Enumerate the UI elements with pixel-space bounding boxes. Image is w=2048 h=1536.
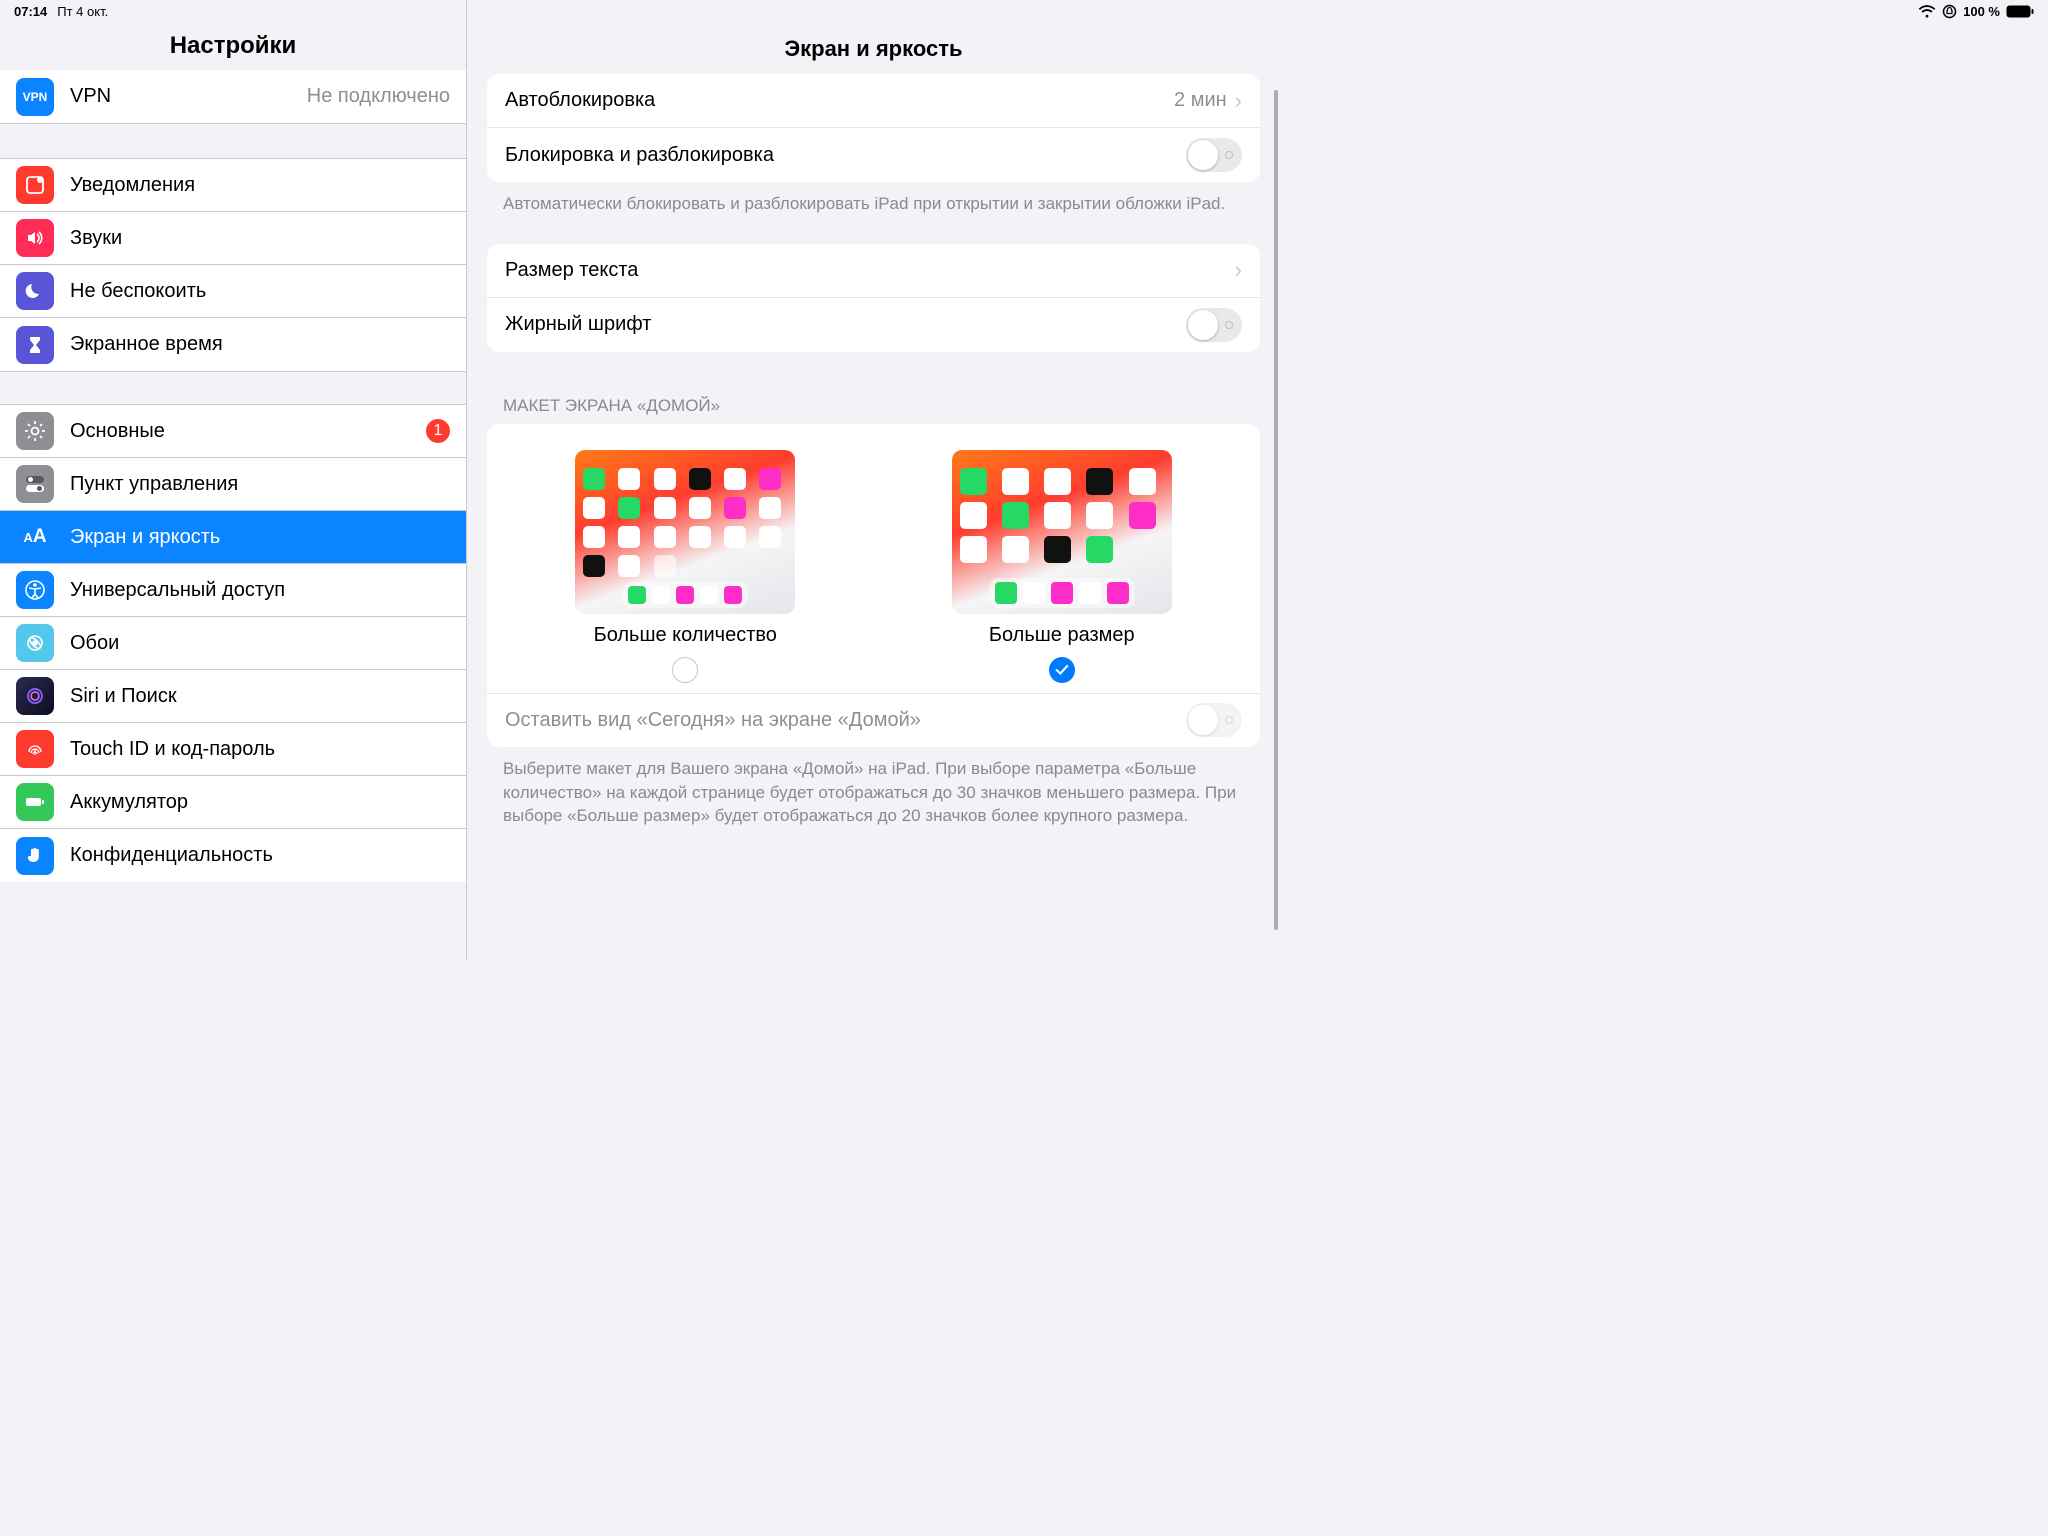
battery-percent: 100 % [1963, 4, 2000, 19]
switches-icon [16, 465, 54, 503]
orientation-lock-icon [1942, 4, 1957, 19]
notifications-icon [16, 166, 54, 204]
sidebar-item-sounds[interactable]: Звуки [0, 212, 466, 265]
lock-unlock-desc: Автоматически блокировать и разблокирова… [467, 182, 1280, 216]
row-keep-today[interactable]: Оставить вид «Сегодня» на экране «Домой» [487, 693, 1260, 747]
row-bold-text[interactable]: Жирный шрифт [487, 298, 1260, 352]
sidebar-item-vpn[interactable]: VPN VPN Не подключено [0, 70, 466, 123]
layout-option-more[interactable]: Больше количество [575, 450, 795, 683]
chevron-right-icon: › [1235, 257, 1242, 283]
sidebar-item-control-center[interactable]: Пункт управления [0, 458, 466, 511]
preview-more [575, 450, 795, 614]
sidebar-item-general[interactable]: Основные 1 [0, 405, 466, 458]
bold-switch[interactable] [1186, 308, 1242, 342]
fingerprint-icon [16, 730, 54, 768]
row-autolock[interactable]: Автоблокировка 2 мин › [487, 74, 1260, 128]
row-text-size[interactable]: Размер текста › [487, 244, 1260, 298]
sidebar-item-display[interactable]: AA Экран и яркость [0, 511, 466, 564]
text-size-icon: AA [16, 518, 54, 556]
layout-section-header: МАКЕТ ЭКРАНА «ДОМОЙ» [467, 396, 1280, 424]
sidebar-item-dnd[interactable]: Не беспокоить [0, 265, 466, 318]
wifi-icon [1918, 5, 1936, 18]
vpn-icon: VPN [16, 78, 54, 116]
gear-icon [16, 412, 54, 450]
wallpaper-icon [16, 624, 54, 662]
sidebar-item-battery[interactable]: Аккумулятор [0, 776, 466, 829]
accessibility-icon [16, 571, 54, 609]
scroll-indicator [1274, 90, 1278, 930]
layout-desc: Выберите макет для Вашего экрана «Домой»… [467, 747, 1280, 828]
sidebar-item-notifications[interactable]: Уведомления [0, 159, 466, 212]
sidebar: Настройки VPN VPN Не подключено Уведомле… [0, 0, 467, 960]
battery-row-icon [16, 783, 54, 821]
sidebar-item-accessibility[interactable]: Универсальный доступ [0, 564, 466, 617]
lock-unlock-switch[interactable] [1186, 138, 1242, 172]
vpn-status: Не подключено [307, 85, 450, 108]
sidebar-item-touchid[interactable]: Touch ID и код-пароль [0, 723, 466, 776]
hand-icon [16, 837, 54, 875]
sidebar-item-screentime[interactable]: Экранное время [0, 318, 466, 371]
detail-pane: Экран и яркость Автоблокировка 2 мин › Б… [467, 0, 1280, 960]
sounds-icon [16, 219, 54, 257]
chevron-right-icon: › [1235, 88, 1242, 114]
status-date: Пт 4 окт. [57, 4, 108, 19]
sidebar-item-privacy[interactable]: Конфиденциальность [0, 829, 466, 882]
siri-icon [16, 677, 54, 715]
today-switch [1186, 703, 1242, 737]
radio-bigger[interactable] [1049, 657, 1075, 683]
hourglass-icon [16, 326, 54, 364]
row-lock-unlock[interactable]: Блокировка и разблокировка [487, 128, 1260, 182]
sidebar-item-siri[interactable]: Siri и Поиск [0, 670, 466, 723]
radio-more[interactable] [672, 657, 698, 683]
detail-title: Экран и яркость [467, 0, 1280, 74]
preview-bigger [952, 450, 1172, 614]
layout-option-bigger[interactable]: Больше размер [952, 450, 1172, 683]
moon-icon [16, 272, 54, 310]
battery-icon [2006, 5, 2034, 18]
status-time: 07:14 [14, 4, 47, 19]
badge: 1 [426, 419, 450, 443]
sidebar-item-wallpaper[interactable]: Обои [0, 617, 466, 670]
